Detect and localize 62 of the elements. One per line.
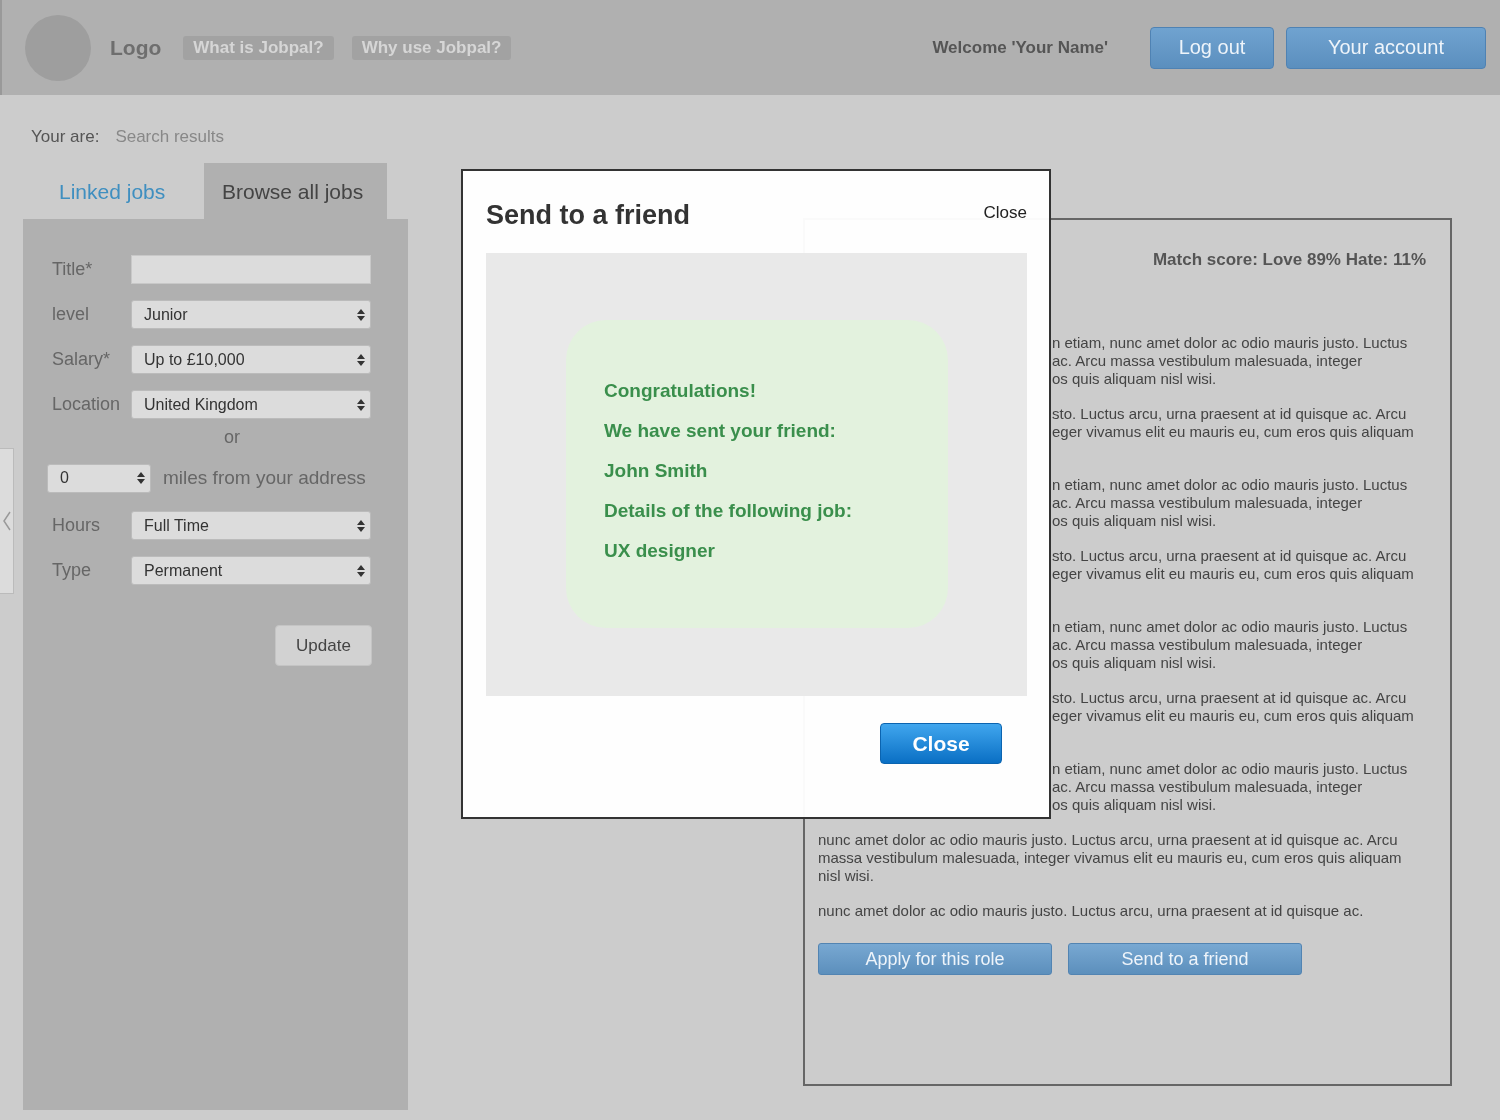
select-field[interactable]: Junior	[131, 300, 371, 329]
side-handle[interactable]	[0, 448, 14, 594]
confirmation-text: We have sent your friend:	[604, 420, 837, 443]
description-text: ac. Arcu massa vestibulum malesuada, integer	[1052, 636, 1364, 654]
description-text: ac. Arcu massa vestibulum malesuada, integer	[1052, 352, 1364, 370]
select-field[interactable]: Up to £10,000	[131, 345, 371, 374]
confirmation-text: Congratulations!	[604, 380, 757, 403]
chevron-left-icon	[2, 511, 11, 531]
tab[interactable]: Browse all jobs	[204, 163, 387, 219]
match-score: Match score: Love 89% Hate: 11%	[1151, 250, 1426, 271]
confirmation-text: John Smith	[604, 460, 709, 483]
description-text: n etiam, nunc amet dolor ac odio mauris justo. Luctus	[1052, 476, 1409, 494]
close-button[interactable]: Close	[880, 723, 1002, 764]
welcome-text: Welcome 'Your Name'	[932, 37, 1108, 58]
updown-arrow-icon	[357, 353, 365, 366]
breadcrumb-label: Your are:	[31, 127, 100, 146]
description-text: ac. Arcu massa vestibulum malesuada, integer	[1052, 494, 1364, 512]
field-label: level	[52, 304, 91, 325]
field-label: Type	[52, 560, 93, 581]
select-field[interactable]: United Kingdom	[131, 390, 371, 419]
action-button[interactable]: Send to a friend	[1068, 943, 1302, 975]
modal-title: Send to a friend	[486, 200, 691, 231]
description-text: eger vivamus elit eu mauris eu, cum eros quis aliquam	[1052, 423, 1415, 441]
description-text: n etiam, nunc amet dolor ac odio mauris justo. Luctus	[1052, 334, 1409, 352]
description-text: n etiam, nunc amet dolor ac odio mauris justo. Luctus	[1052, 618, 1409, 636]
description-text: eger vivamus elit eu mauris eu, cum eros quis aliquam	[1052, 565, 1415, 583]
update-button[interactable]: Update	[275, 625, 372, 666]
confirmation-text: Details of the following job:	[604, 500, 854, 523]
updown-arrow-icon	[357, 398, 365, 411]
or-text: or	[224, 427, 240, 447]
action-button[interactable]: Apply for this role	[818, 943, 1052, 975]
updown-arrow-icon	[357, 308, 365, 321]
confirmation-text: UX designer	[604, 540, 716, 563]
header-button[interactable]: Your account	[1286, 26, 1486, 69]
field-label: Location	[52, 394, 122, 415]
description-text: n etiam, nunc amet dolor ac odio mauris justo. Luctus	[1052, 760, 1409, 778]
updown-arrow-icon	[137, 472, 145, 484]
select-field[interactable]: Permanent	[131, 556, 371, 585]
description-text: os quis aliquam nisl wisi.	[1052, 796, 1218, 814]
select-field[interactable]: Full Time	[131, 511, 371, 540]
field-label: Hours	[52, 515, 101, 536]
description-text: eger vivamus elit eu mauris eu, cum eros quis aliquam	[1052, 707, 1415, 725]
breadcrumb-item[interactable]: Search results	[115, 127, 225, 146]
input-field[interactable]	[131, 255, 371, 284]
description-text: os quis aliquam nisl wisi.	[1052, 370, 1218, 388]
field-label: Title*	[52, 259, 94, 280]
description-text: sto. Luctus arcu, urna praesent at id quisque ac. Arcu	[1052, 547, 1408, 565]
number-field[interactable]: 0	[47, 463, 151, 493]
description-text: sto. Luctus arcu, urna praesent at id quisque ac. Arcu	[1052, 689, 1408, 707]
description-text: nunc amet dolor ac odio mauris justo. Luctus arcu, urna praesent at id quisque ac. Arcu massa vestibulum malesuada, integer vivamus elit eu mauris eu, cum eros quis aliquam nisl wisi.	[818, 831, 1403, 885]
header-button[interactable]: Log out	[1150, 26, 1274, 69]
field-label: miles from your address	[163, 467, 366, 489]
updown-arrow-icon	[357, 564, 365, 577]
description-text: sto. Luctus arcu, urna praesent at id quisque ac. Arcu	[1052, 405, 1408, 423]
field-label: Salary*	[52, 349, 112, 370]
description-text: os quis aliquam nisl wisi.	[1052, 512, 1218, 530]
logo-text: Logo	[110, 35, 162, 60]
close-link[interactable]: Close	[983, 203, 1027, 223]
updown-arrow-icon	[357, 519, 365, 532]
description-text: nunc amet dolor ac odio mauris justo. Luctus arcu, urna praesent at id quisque ac.	[818, 902, 1365, 920]
description-text: os quis aliquam nisl wisi.	[1052, 654, 1218, 672]
description-text: ac. Arcu massa vestibulum malesuada, integer	[1052, 778, 1364, 796]
